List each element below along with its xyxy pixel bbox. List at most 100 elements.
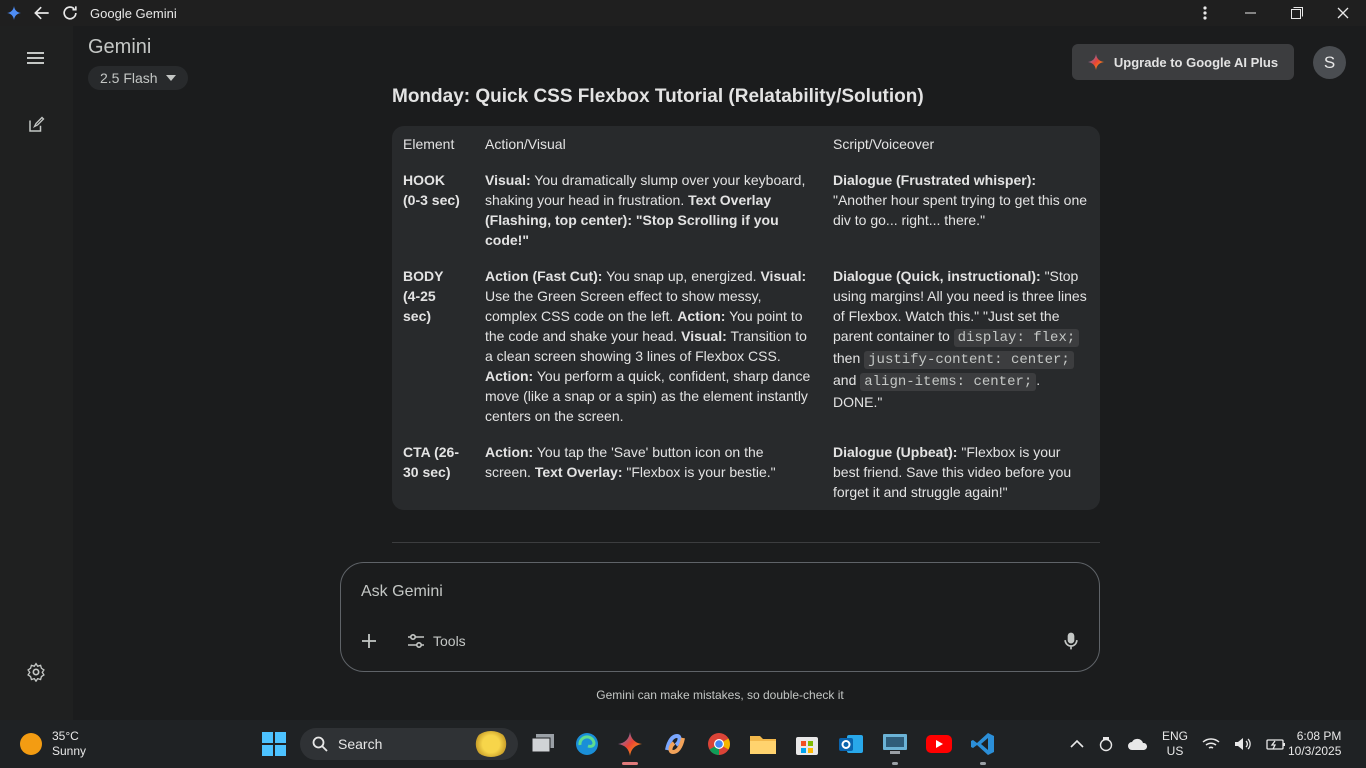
script-table: Element Action/Visual Script/Voiceover H…	[392, 126, 1100, 510]
vscode-icon[interactable]	[969, 730, 997, 758]
microphone-icon[interactable]	[1061, 631, 1081, 651]
column-header: Element	[403, 136, 455, 152]
section-heading: Monday: Quick CSS Flexbox Tutorial (Rela…	[392, 84, 924, 106]
text-run: "Another hour spent trying to get this o…	[833, 192, 1088, 228]
wifi-icon[interactable]	[1202, 737, 1220, 751]
running-app-indicator	[980, 762, 986, 765]
file-explorer-icon[interactable]	[749, 730, 777, 758]
edge-browser-icon[interactable]	[573, 730, 601, 758]
reload-icon[interactable]	[56, 0, 84, 26]
search-label: Search	[338, 736, 383, 752]
tools-button[interactable]: Tools	[407, 629, 466, 653]
section-heading-text: Monday: Quick CSS Flexbox Tutorial (Rela…	[392, 86, 924, 106]
table-header-row: Element Action/Visual Script/Voiceover	[392, 126, 1100, 162]
task-view-icon[interactable]	[529, 730, 557, 758]
divider	[392, 542, 1100, 543]
battery-charging-icon[interactable]	[1266, 737, 1286, 751]
action-cell: Visual: You dramatically slump over your…	[474, 162, 822, 258]
taskbar: 35°C Sunny Search ENG US 6:08 PM 10/3/20…	[0, 720, 1366, 768]
model-label: 2.5 Flash	[100, 70, 158, 86]
close-button[interactable]	[1320, 0, 1366, 26]
upgrade-button[interactable]: Upgrade to Google AI Plus	[1072, 44, 1294, 80]
inline-code: display: flex;	[953, 329, 1080, 347]
maximize-button[interactable]	[1274, 0, 1320, 26]
copilot-icon[interactable]	[661, 730, 689, 758]
microsoft-store-icon[interactable]	[793, 730, 821, 758]
inline-code: justify-content: center;	[864, 351, 1074, 369]
search-highlight-sun-icon	[474, 731, 508, 757]
text-run: You snap up, energized.	[602, 268, 761, 284]
tools-label: Tools	[433, 633, 466, 649]
sidebar	[0, 26, 73, 720]
caret-down-icon	[165, 75, 176, 81]
weather-desc: Sunny	[52, 744, 87, 758]
add-attachment-icon[interactable]	[357, 629, 381, 653]
chrome-icon[interactable]	[705, 730, 733, 758]
model-selector[interactable]: 2.5 Flash	[88, 66, 188, 90]
back-arrow-icon[interactable]	[28, 0, 56, 26]
menu-icon[interactable]	[18, 40, 54, 76]
script-cell: Dialogue (Quick, instructional): "Stop u…	[822, 258, 1100, 434]
window-title: Google Gemini	[90, 5, 177, 21]
tools-sliders-icon	[408, 633, 424, 649]
table-row: HOOK (0-3 sec) Visual: You dramatically s…	[392, 162, 1100, 258]
minimize-button[interactable]	[1228, 0, 1274, 26]
gemini-logo-icon	[0, 0, 28, 26]
language-indicator[interactable]: ENG US	[1162, 729, 1188, 759]
bold-label: Action:	[485, 444, 534, 460]
table-row: CTA (26-30 sec) Action: You tap the 'Save…	[392, 434, 1100, 510]
settings-gear-icon[interactable]	[18, 654, 54, 690]
bold-label: Visual:	[681, 328, 727, 344]
column-header: Action/Visual	[485, 136, 566, 152]
active-app-indicator	[622, 762, 638, 765]
clock-date: 10/3/2025	[1288, 744, 1342, 758]
sparkle-icon	[1087, 54, 1104, 70]
bold-label: Visual:	[760, 268, 807, 284]
taskbar-search[interactable]: Search	[300, 728, 518, 760]
new-chat-icon[interactable]	[18, 107, 54, 143]
remote-desktop-icon[interactable]	[881, 730, 909, 758]
app-title: Gemini	[88, 36, 152, 58]
more-menu-icon[interactable]	[1182, 0, 1228, 26]
bold-label: Dialogue (Frustrated whisper):	[833, 172, 1037, 188]
script-cell: Dialogue (Upbeat): "Flexbox is your best…	[822, 434, 1100, 510]
youtube-icon[interactable]	[925, 730, 953, 758]
lang-code: ENG	[1162, 729, 1189, 743]
clock[interactable]: 6:08 PM 10/3/2025	[1288, 729, 1341, 759]
volume-icon[interactable]	[1234, 737, 1252, 751]
outlook-icon[interactable]	[837, 730, 865, 758]
column-header: Script/Voiceover	[833, 136, 935, 152]
avatar[interactable]: S	[1313, 46, 1346, 79]
inline-code: align-items: center;	[860, 373, 1037, 391]
upgrade-label: Upgrade to Google AI Plus	[1113, 54, 1279, 70]
bold-label: Text Overlay:	[534, 464, 623, 480]
sun-icon	[20, 733, 42, 755]
gemini-app-icon[interactable]	[616, 730, 644, 758]
bold-label: Dialogue (Quick, instructional):	[833, 268, 1041, 284]
chevron-up-icon[interactable]	[1070, 739, 1084, 749]
prompt-input[interactable]: Ask Gemini	[361, 583, 443, 601]
onedrive-cloud-icon[interactable]	[1128, 737, 1148, 751]
text-run: "Flexbox is your bestie."	[622, 464, 776, 480]
table-row: BODY (4-25 sec) Action (Fast Cut): You sn…	[392, 258, 1100, 434]
text-run: and	[833, 372, 861, 388]
prompt-input-box[interactable]: Ask Gemini Tools	[340, 562, 1100, 672]
weather-temp: 35°C	[52, 729, 79, 743]
update-sync-icon[interactable]	[1098, 736, 1114, 752]
clock-time: 6:08 PM	[1296, 729, 1342, 743]
bold-label: Dialogue (Upbeat):	[833, 444, 958, 460]
running-app-indicator	[892, 762, 898, 765]
element-cell: BODY (4-25 sec)	[403, 268, 444, 324]
element-cell: HOOK (0-3 sec)	[403, 172, 460, 208]
text-run: You perform a quick, confident, sharp da…	[485, 368, 811, 424]
search-icon	[312, 736, 328, 752]
bold-label: Action:	[677, 308, 726, 324]
bold-label: Action (Fast Cut):	[485, 268, 603, 284]
weather-widget[interactable]: 35°C Sunny	[20, 729, 86, 759]
lang-region: US	[1166, 744, 1184, 758]
disclaimer: Gemini can make mistakes, so double-chec…	[596, 688, 844, 702]
bold-label: Visual:	[485, 172, 531, 188]
action-cell: Action: You tap the 'Save' button icon o…	[474, 434, 822, 510]
action-cell: Action (Fast Cut): You snap up, energize…	[474, 258, 822, 434]
windows-start-icon[interactable]	[260, 730, 288, 758]
